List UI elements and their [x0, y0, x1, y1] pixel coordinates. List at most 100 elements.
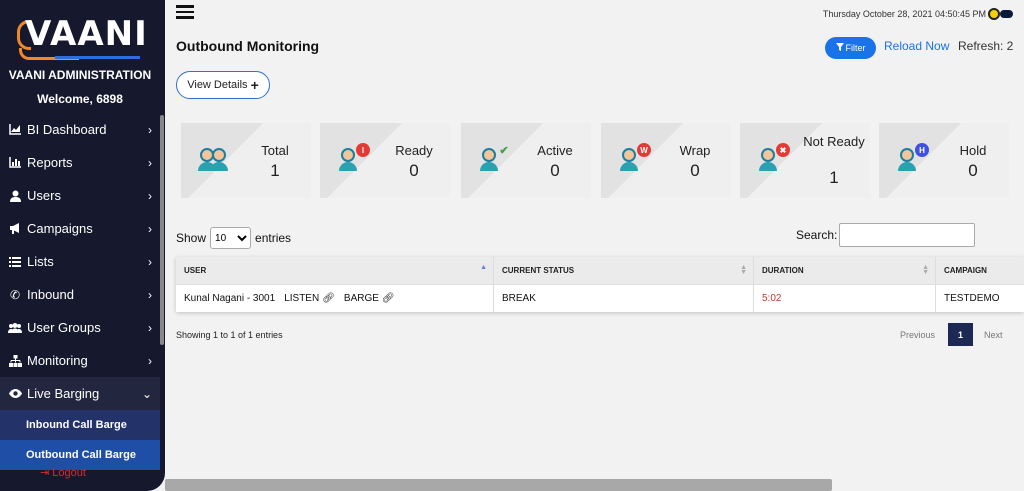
sidebar-item-lists[interactable]: Lists › [0, 245, 160, 278]
logout-link[interactable]: ⇥ Logout [40, 466, 86, 479]
stat-card-not-ready: ✖ Not Ready 1 [740, 123, 870, 198]
chevron-right-icon: › [148, 189, 152, 203]
stat-count: 1 [829, 168, 839, 187]
column-header-label: CURRENT STATUS [502, 266, 575, 275]
pagination-next[interactable]: Next [984, 330, 1003, 340]
horizontal-scrollbar[interactable] [165, 479, 832, 491]
agent-not-ready-icon: ✖ [756, 143, 790, 173]
ready-badge-icon: I [356, 143, 370, 157]
agent-wrap-icon: W [617, 143, 651, 173]
column-header-label: USER [184, 266, 207, 275]
current-datetime: Thursday October 28, 2021 04:50:45 PM [822, 9, 986, 19]
sidebar-item-label: Reports [27, 155, 73, 170]
hamburger-menu-icon[interactable] [176, 5, 194, 19]
stat-label: Wrap [679, 143, 711, 158]
sidebar-item-live-barging[interactable]: Live Barging ⌄ [0, 377, 160, 410]
check-icon: ✔ [499, 144, 509, 157]
stat-label: Ready [395, 143, 433, 158]
user-icon [8, 189, 22, 203]
stat-card-hold: H Hold 0 [879, 123, 1009, 198]
link-icon: 🔗︎ [381, 293, 395, 304]
sort-asc-icon: ▲ [480, 264, 487, 271]
stat-card-total: Total 1 [181, 123, 311, 198]
page-size-select[interactable]: 10 [210, 227, 252, 249]
sort-icon: ▲ ▼ [922, 264, 929, 276]
listen-link[interactable]: LISTEN [284, 293, 319, 304]
column-header-label: CAMPAIGN [944, 266, 987, 275]
reload-now-link[interactable]: Reload Now [884, 39, 949, 53]
stat-count: 0 [409, 161, 419, 180]
link-icon: 🔗︎ [322, 293, 335, 304]
welcome-text: Welcome, 6898 [37, 92, 123, 106]
chevron-right-icon: › [148, 321, 152, 335]
user-name: Kunal Nagani - 3001 [184, 293, 276, 304]
logout-label: Logout [52, 467, 86, 479]
stat-label: Hold [959, 143, 987, 158]
chevron-right-icon: › [148, 354, 152, 368]
wrap-badge-icon: W [637, 143, 651, 157]
sidebar-item-label: Campaigns [27, 221, 93, 236]
logo-underline [55, 56, 140, 59]
sidebar-item-inbound[interactable]: ✆ Inbound › [0, 278, 160, 311]
close-badge-icon: ✖ [776, 143, 790, 157]
bullhorn-icon [8, 222, 22, 236]
view-details-label: View Details [187, 79, 248, 91]
sort-icon: ▲ ▼ [740, 264, 747, 276]
sidebar-item-bi-dashboard[interactable]: BI Dashboard › [0, 113, 160, 146]
stat-label: Not Ready [803, 134, 865, 149]
users-icon [8, 321, 22, 335]
sidebar-item-user-groups[interactable]: User Groups › [0, 311, 160, 344]
sidebar-item-users[interactable]: Users › [0, 179, 160, 212]
agent-ready-icon: I [336, 143, 370, 173]
table-header-row: USER ▲ CURRENT STATUS ▲ ▼ DURATION ▲ ▼ CAM… [176, 257, 1024, 284]
view-details-button[interactable]: View Details + [176, 71, 270, 99]
cell-status: BREAK [493, 285, 753, 312]
filter-button[interactable]: Filter [825, 37, 876, 59]
stat-card-active: ✔ Active 0 [461, 123, 591, 198]
show-label: Show [176, 231, 207, 245]
sidebar-item-reports[interactable]: Reports › [0, 146, 160, 179]
sidebar-item-monitoring[interactable]: Monitoring › [0, 344, 160, 377]
stat-label: Total [261, 143, 289, 158]
stat-count: 0 [690, 161, 700, 180]
sidebar-scrollbar[interactable] [160, 115, 164, 345]
pagination-page-1[interactable]: 1 [948, 323, 973, 346]
chevron-right-icon: › [148, 156, 152, 170]
stat-count: 0 [550, 161, 560, 180]
entries-label: entries [255, 231, 292, 245]
column-header-user[interactable]: USER ▲ [176, 257, 493, 284]
sidebar-nav: BI Dashboard › Reports › Users › Campaig… [0, 113, 160, 470]
theme-toggle[interactable] [1000, 10, 1013, 18]
column-header-duration[interactable]: DURATION ▲ ▼ [753, 257, 935, 284]
pagination-previous[interactable]: Previous [900, 330, 935, 340]
chevron-down-icon: ⌄ [141, 387, 152, 401]
sidebar-item-campaigns[interactable]: Campaigns › [0, 212, 160, 245]
sidebar-subitem-inbound-call-barge[interactable]: Inbound Call Barge [0, 410, 160, 440]
brand-name: VAANI [25, 14, 148, 54]
hold-badge-icon: H [915, 143, 929, 157]
logout-icon: ⇥ [40, 467, 50, 479]
agent-active-icon: ✔ [477, 145, 511, 173]
sitemap-icon [8, 354, 22, 368]
column-header-campaign[interactable]: CAMPAIGN [935, 257, 1024, 284]
chevron-right-icon: › [148, 255, 152, 269]
phone-icon: ✆ [9, 287, 21, 302]
stat-count: 0 [968, 161, 978, 180]
barge-link[interactable]: BARGE [344, 293, 379, 304]
stat-label: Active [537, 143, 573, 158]
chevron-right-icon: › [148, 222, 152, 236]
sidebar-item-label: Monitoring [27, 353, 88, 368]
sidebar: VAANI VAANI ADMINISTRATION Welcome, 6898… [0, 0, 165, 491]
table-row: Kunal Nagani - 3001 LISTEN 🔗︎ BARGE 🔗︎ B… [176, 284, 1024, 312]
page-title: Outbound Monitoring [176, 38, 320, 54]
column-header-current-status[interactable]: CURRENT STATUS ▲ ▼ [493, 257, 753, 284]
search-label: Search: [796, 228, 838, 242]
sidebar-subitem-label: Inbound Call Barge [26, 419, 127, 431]
sun-icon [988, 8, 1000, 20]
chevron-right-icon: › [148, 123, 152, 137]
app-root: VAANI VAANI ADMINISTRATION Welcome, 6898… [0, 0, 1024, 491]
column-header-label: DURATION [762, 266, 804, 275]
sidebar-item-label: User Groups [27, 320, 101, 335]
sidebar-item-label: BI Dashboard [27, 122, 107, 137]
search-input[interactable] [839, 223, 976, 247]
